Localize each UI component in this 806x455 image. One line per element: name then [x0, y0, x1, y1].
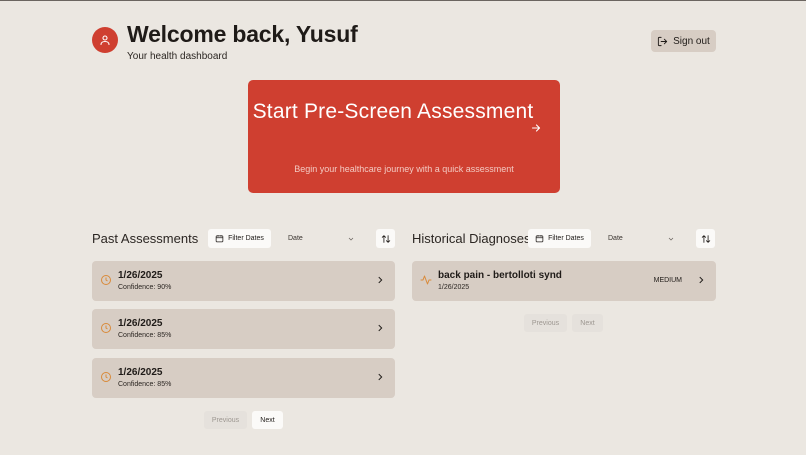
activity-icon	[420, 275, 432, 285]
diagnosis-card[interactable]: back pain - bertolloti synd 1/26/2025 ME…	[412, 261, 716, 301]
calendar-icon	[215, 235, 224, 243]
calendar-icon	[535, 235, 544, 243]
clock-icon	[101, 372, 111, 382]
assessment-confidence: Confidence: 85%	[118, 381, 172, 388]
user-icon	[100, 35, 110, 46]
assessment-card[interactable]: 1/26/2025 Confidence: 85%	[92, 309, 395, 349]
past-filter-dates-button[interactable]: Filter Dates	[208, 229, 271, 248]
arrow-right-icon	[531, 124, 541, 132]
assessment-date: 1/26/2025	[118, 318, 163, 329]
chevron-right-icon	[378, 324, 383, 332]
start-assessment-button[interactable]: Start Pre-Screen Assessment Begin your h…	[248, 80, 560, 193]
assessment-confidence: Confidence: 85%	[118, 332, 172, 339]
assessment-confidence: Confidence: 90%	[118, 284, 172, 291]
chevron-down-icon	[668, 237, 674, 241]
past-sort-button[interactable]	[376, 229, 395, 248]
sort-icon	[381, 234, 390, 243]
filter-label: Filter Dates	[548, 235, 584, 242]
filter-label: Filter Dates	[228, 235, 264, 242]
history-next-button[interactable]: Next	[572, 314, 603, 332]
past-previous-button[interactable]: Previous	[204, 411, 247, 429]
sign-out-button[interactable]: Sign out	[651, 30, 716, 52]
diagnosis-name: back pain - bertolloti synd	[438, 270, 562, 281]
clock-icon	[101, 275, 111, 285]
select-value: Date	[288, 235, 303, 242]
chevron-down-icon	[348, 237, 354, 241]
hero-subtitle: Begin your healthcare journey with a qui…	[294, 164, 514, 174]
sign-out-label: Sign out	[673, 35, 710, 47]
history-filter-dates-button[interactable]: Filter Dates	[528, 229, 591, 248]
sign-out-icon	[658, 36, 668, 46]
past-date-select[interactable]: Date	[281, 229, 361, 248]
past-assessments-title: Past Assessments	[92, 231, 199, 246]
avatar	[92, 27, 118, 53]
clock-icon	[101, 323, 111, 333]
history-sort-button[interactable]	[696, 229, 715, 248]
historical-diagnoses-title: Historical Diagnoses	[412, 231, 531, 246]
sort-icon	[701, 234, 710, 243]
history-date-select[interactable]: Date	[601, 229, 681, 248]
hero-title: Start Pre-Screen Assessment	[252, 100, 534, 123]
severity-badge: MEDIUM	[653, 277, 682, 284]
chevron-right-icon	[378, 276, 383, 284]
assessment-date: 1/26/2025	[118, 367, 163, 378]
chevron-right-icon	[378, 373, 383, 381]
assessment-card[interactable]: 1/26/2025 Confidence: 85%	[92, 358, 395, 398]
assessment-date: 1/26/2025	[118, 270, 163, 281]
history-previous-button[interactable]: Previous	[524, 314, 567, 332]
diagnosis-date: 1/26/2025	[438, 284, 470, 291]
select-value: Date	[608, 235, 623, 242]
page-title: Welcome back, Yusuf	[127, 21, 358, 47]
past-next-button[interactable]: Next	[252, 411, 283, 429]
assessment-card[interactable]: 1/26/2025 Confidence: 90%	[92, 261, 395, 301]
page-subtitle: Your health dashboard	[127, 51, 228, 62]
chevron-right-icon	[699, 276, 704, 284]
